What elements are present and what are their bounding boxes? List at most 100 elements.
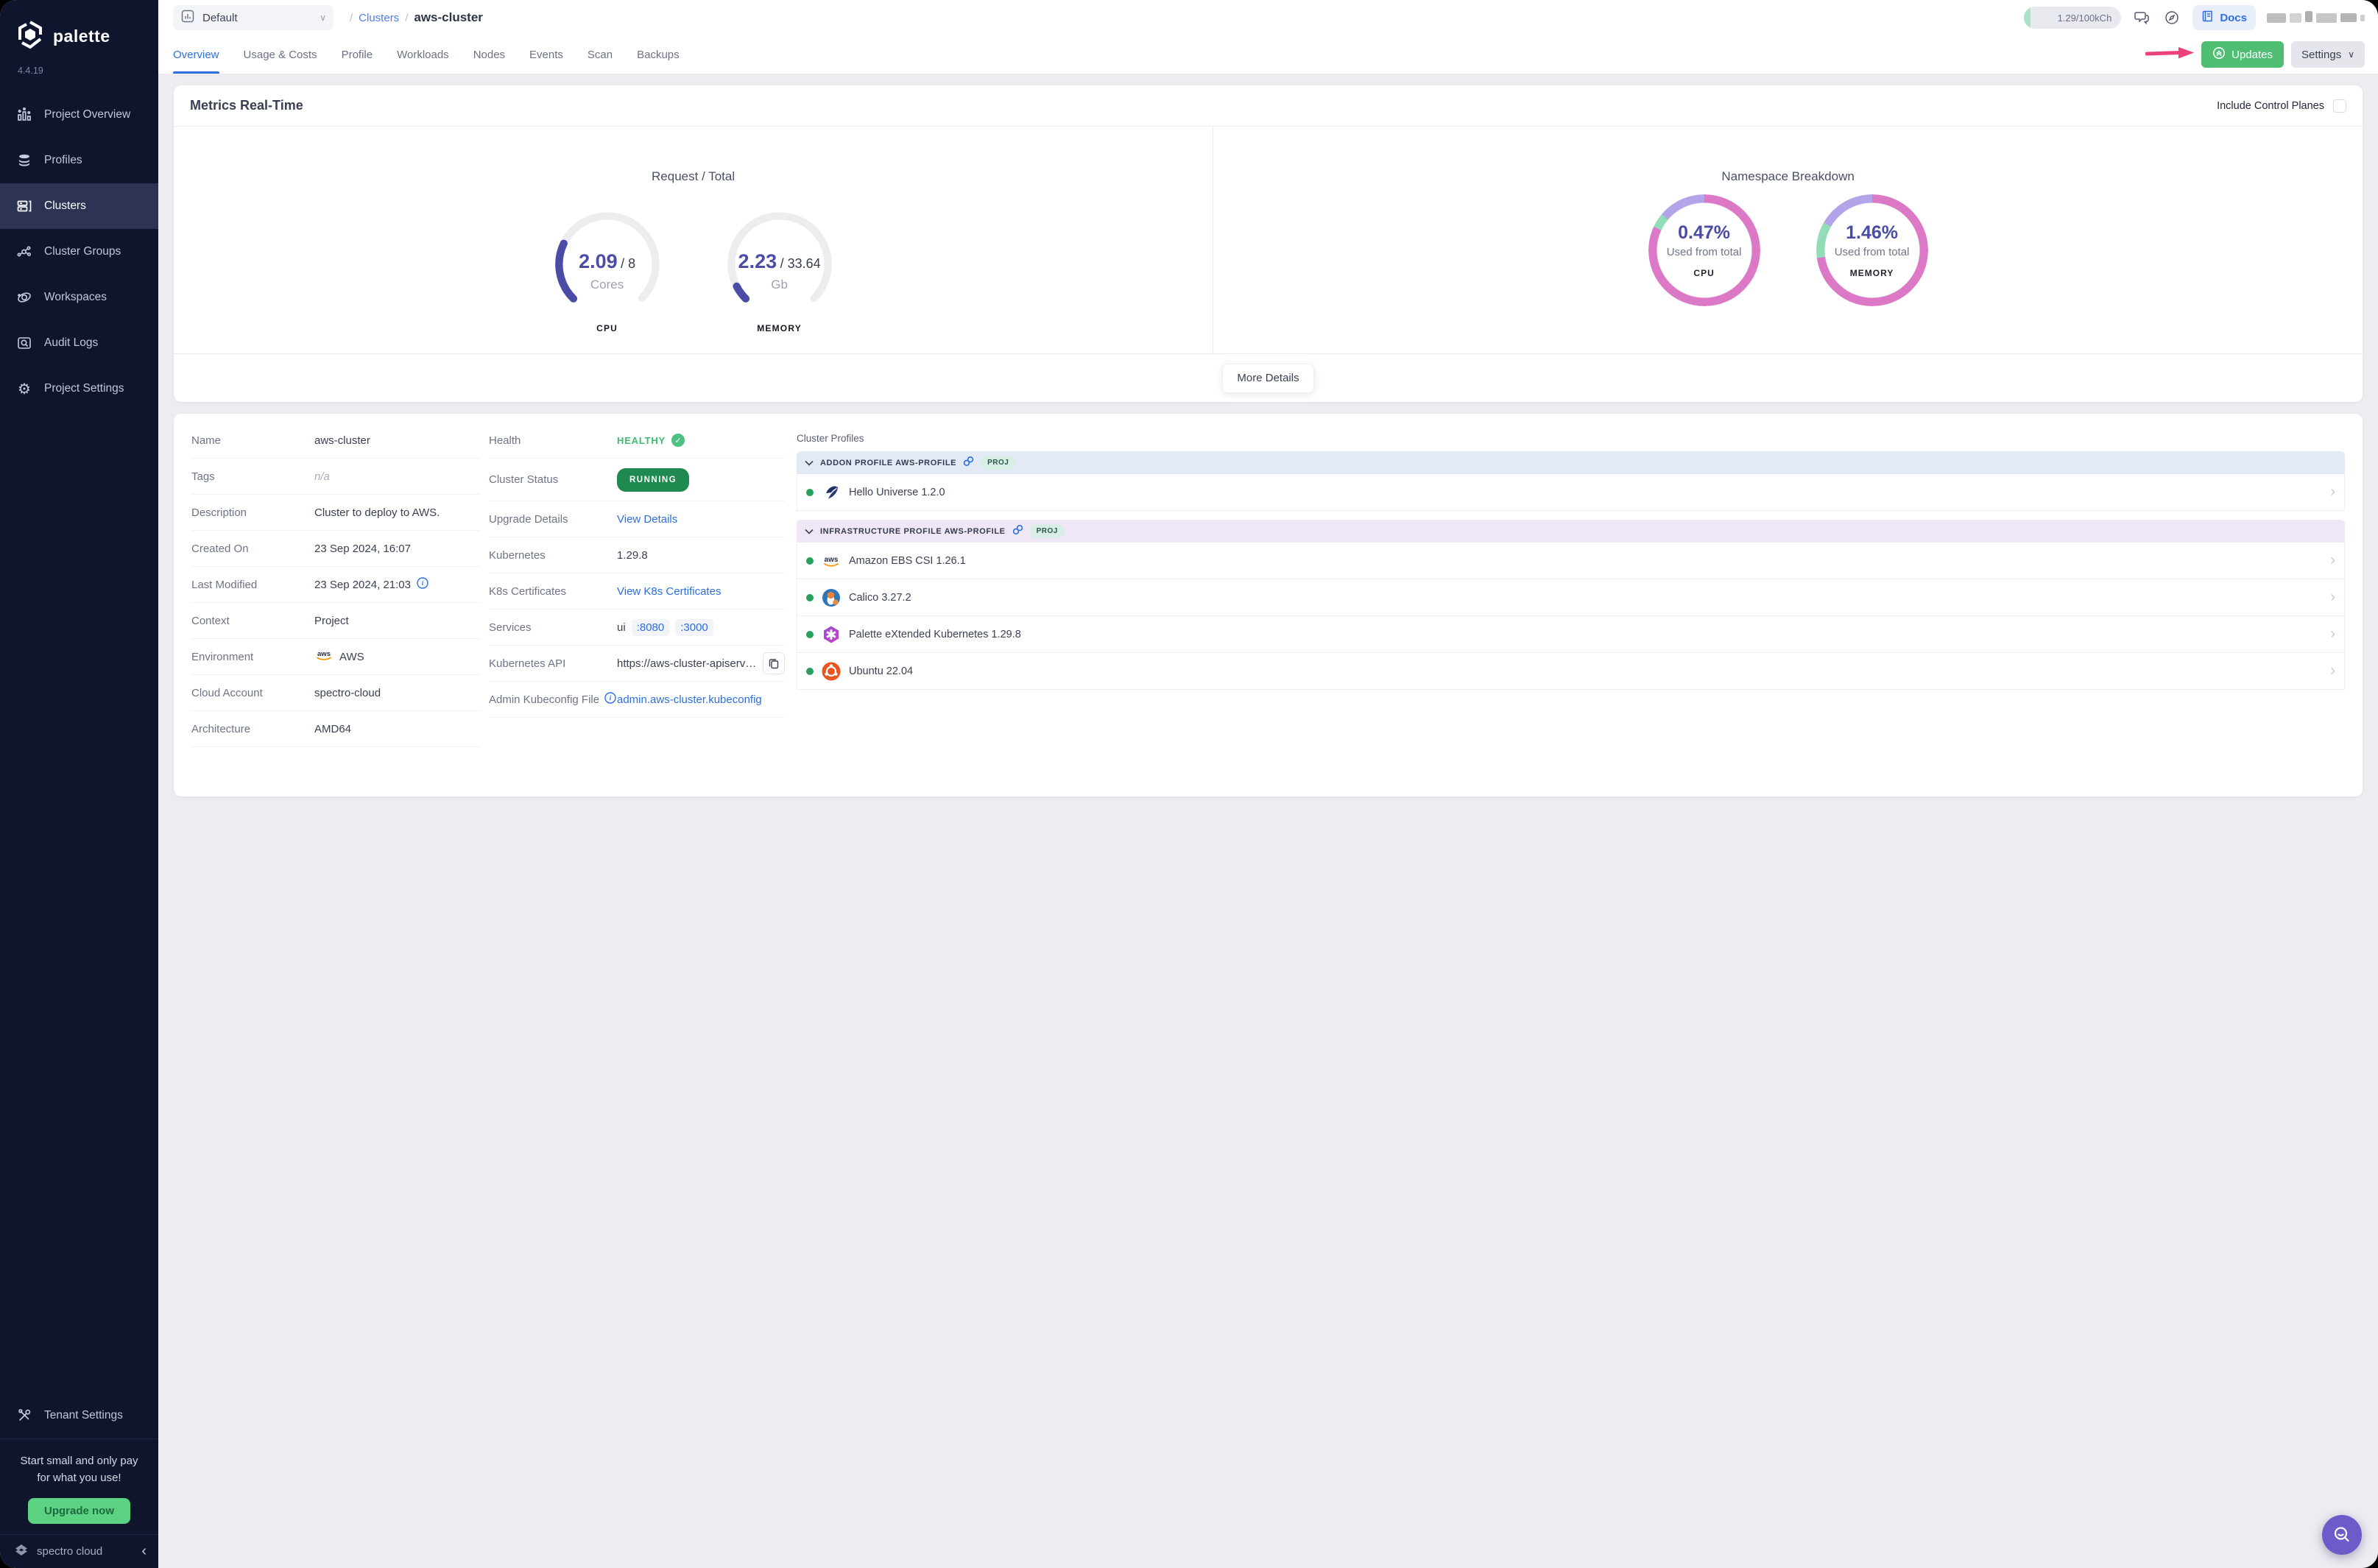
- cpu-ring-label: CPU: [1693, 268, 1715, 278]
- info-icon[interactable]: i: [604, 692, 616, 707]
- profile-item-palette-extended-kubernetes[interactable]: Palette eXtended Kubernetes 1.29.8 ›: [797, 616, 2345, 653]
- chevron-down-icon: [805, 525, 814, 538]
- detail-row-cloud-account: Cloud Account spectro-cloud: [191, 675, 480, 711]
- sidebar-item-label: Profiles: [44, 154, 82, 166]
- main-area: Default ∨ / Clusters / aws-cluster 1.29/…: [158, 0, 2378, 1568]
- project-selector[interactable]: Default ∨: [173, 5, 334, 30]
- breadcrumb-separator: /: [350, 11, 353, 24]
- link-icon[interactable]: [1012, 524, 1023, 539]
- service-port-link[interactable]: :8080: [631, 618, 670, 636]
- docs-button[interactable]: Docs: [2192, 5, 2256, 30]
- tab-scan[interactable]: Scan: [588, 35, 613, 74]
- promo-text-line1: Start small and only pay: [20, 1454, 138, 1467]
- compass-icon[interactable]: [2162, 8, 2181, 27]
- service-port-link[interactable]: :3000: [675, 618, 713, 636]
- infrastructure-profile-group-header[interactable]: INFRASTRUCTURE PROFILE AWS-PROFILE PROJ: [797, 520, 2345, 543]
- view-k8s-certificates-link[interactable]: View K8s Certificates: [617, 585, 721, 598]
- cluster-tabs-bar: Overview Usage & Costs Profile Workloads…: [158, 35, 2378, 74]
- proj-badge: PROJ: [981, 456, 1016, 470]
- cluster-info-column: Name aws-cluster Tags n/a Description Cl…: [191, 423, 480, 797]
- detail-row-created-on: Created On 23 Sep 2024, 16:07: [191, 531, 480, 567]
- sidebar-item-project-settings[interactable]: ⚙ Project Settings: [0, 366, 158, 412]
- pxk-logo: [822, 625, 841, 644]
- sidebar-item-tenant-settings[interactable]: Tenant Settings: [0, 1393, 158, 1438]
- project-selector-value: Default: [202, 11, 238, 24]
- view-details-link[interactable]: View Details: [617, 513, 677, 526]
- server-icon: [15, 197, 33, 215]
- profile-item-ubuntu[interactable]: Ubuntu 22.04 ›: [797, 653, 2345, 690]
- gear-icon: ⚙: [18, 381, 31, 398]
- copy-icon[interactable]: [763, 652, 785, 674]
- memory-gauge: 2.23 / 33.64 Gb MEMORY: [721, 209, 839, 333]
- tab-backups[interactable]: Backups: [637, 35, 680, 74]
- detail-row-environment: Environment aws AWS: [191, 639, 480, 675]
- svg-text:aws: aws: [317, 650, 331, 658]
- top-bar-right: 1.29/100kCh Docs: [2024, 5, 2365, 30]
- running-status-badge: RUNNING: [617, 467, 690, 492]
- infrastructure-profile-title: INFRASTRUCTURE PROFILE AWS-PROFILE: [820, 526, 1006, 536]
- include-control-planes: Include Control Planes: [2217, 99, 2346, 113]
- memory-gauge-value: 2.23 / 33.64 Gb: [738, 250, 821, 292]
- settings-button[interactable]: Settings ∨: [2291, 41, 2365, 68]
- cluster-profiles-heading: Cluster Profiles: [797, 433, 864, 444]
- nodes-icon: [15, 243, 33, 261]
- tab-profile[interactable]: Profile: [342, 35, 373, 74]
- tab-overview[interactable]: Overview: [173, 35, 219, 74]
- tab-workloads[interactable]: Workloads: [397, 35, 449, 74]
- status-row-kubernetes-api: Kubernetes API https://aws-cluster-apise…: [489, 646, 785, 682]
- profile-item-amazon-ebs-csi[interactable]: aws Amazon EBS CSI 1.26.1 ›: [797, 543, 2345, 579]
- health-status-text: HEALTHY: [617, 434, 666, 446]
- more-details-button[interactable]: More Details: [1222, 363, 1314, 393]
- sidebar-item-profiles[interactable]: Profiles: [0, 138, 158, 183]
- app-window: palette 4.4.19 Project Overview Profiles…: [0, 0, 2378, 1568]
- sidebar-item-audit-logs[interactable]: Audit Logs: [0, 320, 158, 366]
- info-icon[interactable]: i: [417, 577, 428, 592]
- app-version: 4.4.19: [18, 66, 43, 76]
- detail-row-architecture: Architecture AMD64: [191, 711, 480, 747]
- breadcrumb-clusters-link[interactable]: Clusters: [359, 12, 399, 24]
- include-control-planes-checkbox[interactable]: [2333, 99, 2346, 113]
- namespace-breakdown-panel: Namespace Breakdown 0.47% Used from tota…: [1213, 127, 2363, 353]
- addon-profile-group-header[interactable]: ADDON PROFILE AWS-PROFILE PROJ: [797, 451, 2345, 474]
- upgrade-now-button[interactable]: Upgrade now: [27, 1498, 130, 1524]
- kubeconfig-file-link[interactable]: admin.aws-cluster.kubeconfig: [617, 693, 762, 706]
- detail-row-last-modified: Last Modified 23 Sep 2024, 21:03 i: [191, 567, 480, 603]
- chevron-right-icon: ›: [2330, 589, 2335, 605]
- tab-usage-costs[interactable]: Usage & Costs: [244, 35, 317, 74]
- sidebar-item-clusters[interactable]: Clusters: [0, 183, 158, 229]
- orbit-icon: [15, 289, 33, 306]
- chat-icon[interactable]: [2132, 8, 2151, 27]
- breadcrumb-separator: /: [405, 11, 409, 24]
- brand-logo-row: palette: [0, 0, 158, 58]
- spectro-cloud-logo-icon: [13, 1541, 29, 1561]
- memory-gauge-label: MEMORY: [757, 323, 802, 333]
- tab-nodes[interactable]: Nodes: [473, 35, 505, 74]
- updates-button[interactable]: Updates: [2201, 41, 2284, 68]
- cpu-gauge: 2.09 / 8 Cores CPU: [548, 209, 666, 333]
- chevron-down-icon: [805, 456, 814, 470]
- profile-item-calico[interactable]: Calico 3.27.2 ›: [797, 579, 2345, 616]
- profile-item-hello-universe[interactable]: Hello Universe 1.2.0 ›: [797, 474, 2345, 511]
- sidebar-item-workspaces[interactable]: Workspaces: [0, 275, 158, 320]
- top-bar: Default ∨ / Clusters / aws-cluster 1.29/…: [158, 0, 2378, 35]
- sidebar-item-label: Cluster Groups: [44, 245, 121, 258]
- sidebar-item-label: Project Settings: [44, 382, 124, 395]
- sidebar-item-cluster-groups[interactable]: Cluster Groups: [0, 229, 158, 275]
- tab-events[interactable]: Events: [529, 35, 563, 74]
- breadcrumb: / Clusters / aws-cluster: [350, 10, 483, 25]
- sidebar-item-label: Tenant Settings: [44, 1408, 123, 1422]
- cpu-gauge-label: CPU: [596, 323, 618, 333]
- status-row-health: Health HEALTHY ✓: [489, 423, 785, 459]
- content-area: Metrics Real-Time Include Control Planes…: [158, 74, 2378, 1568]
- collapse-sidebar-icon[interactable]: ‹: [141, 1543, 147, 1560]
- addon-profile-group: ADDON PROFILE AWS-PROFILE PROJ Hello Uni…: [797, 451, 2345, 511]
- check-circle-icon: ✓: [671, 434, 685, 447]
- link-icon[interactable]: [963, 456, 974, 470]
- chevron-right-icon: ›: [2330, 484, 2335, 500]
- help-search-fab[interactable]: [2322, 1515, 2362, 1555]
- status-dot: [806, 593, 814, 601]
- chevron-down-icon: ∨: [2348, 49, 2354, 60]
- settings-label: Settings: [2301, 48, 2342, 61]
- sidebar-item-project-overview[interactable]: Project Overview: [0, 92, 158, 138]
- detail-row-description: Description Cluster to deploy to AWS.: [191, 495, 480, 531]
